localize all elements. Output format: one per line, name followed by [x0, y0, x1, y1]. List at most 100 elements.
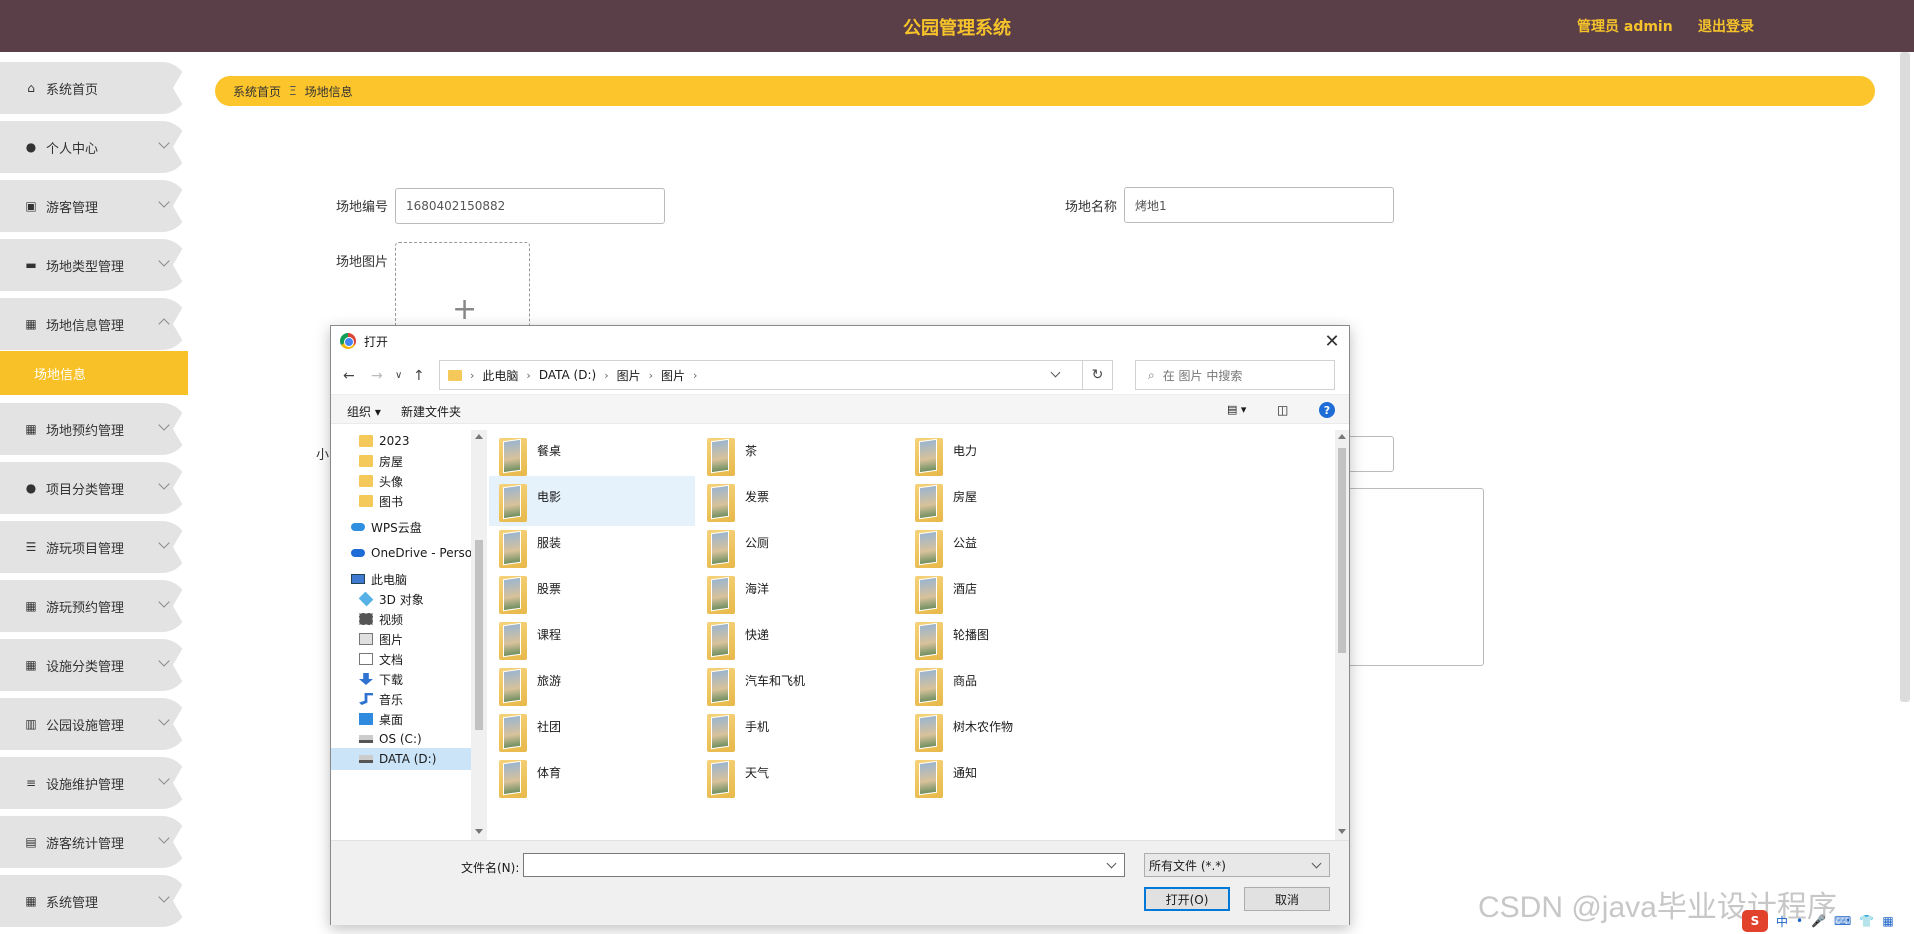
grid-icon[interactable]: ▦	[1882, 914, 1893, 928]
tree-item[interactable]: 下载	[359, 668, 403, 690]
path-segment[interactable]: 此电脑	[482, 367, 518, 384]
tree-item[interactable]: 图片	[359, 628, 403, 650]
folder-item[interactable]: 课程	[489, 614, 695, 664]
chevron-down-icon[interactable]	[1050, 367, 1061, 378]
tree-item[interactable]: WPS云盘	[351, 516, 422, 538]
sidebar-item-project-category[interactable]: ● 项目分类管理	[0, 462, 188, 514]
punctuation-icon[interactable]: •	[1796, 914, 1803, 928]
sidebar-item-venue-info[interactable]: ▦ 场地信息管理	[0, 298, 188, 350]
tree-item[interactable]: 图书	[359, 490, 403, 512]
sidebar-item-visitor-stats[interactable]: ▤ 游客统计管理	[0, 816, 188, 868]
folder-item-hovered[interactable]: 电影	[489, 476, 695, 526]
path-segment[interactable]: 图片	[661, 367, 685, 384]
folder-item[interactable]: 汽车和飞机	[697, 660, 903, 710]
breadcrumb-home[interactable]: 系统首页	[233, 83, 281, 100]
file-grid-scrollbar[interactable]	[1335, 430, 1349, 840]
cancel-button[interactable]: 取消	[1244, 887, 1330, 911]
filename-input[interactable]	[523, 853, 1125, 877]
folder-item[interactable]: 酒店	[905, 568, 1111, 618]
scroll-down-icon[interactable]	[475, 829, 483, 834]
preview-pane-icon[interactable]: ◫	[1277, 403, 1288, 417]
up-arrow-icon[interactable]: ↑	[413, 368, 425, 384]
tree-item[interactable]: 3D 对象	[358, 588, 424, 610]
help-icon[interactable]: ?	[1319, 402, 1335, 418]
scroll-up-icon[interactable]	[1338, 434, 1346, 439]
folder-item[interactable]: 树木农作物	[905, 706, 1111, 756]
folder-item[interactable]: 电力	[905, 430, 1111, 480]
tree-item-selected[interactable]: DATA (D:)	[331, 748, 471, 770]
path-segment[interactable]: DATA (D:)	[539, 368, 596, 382]
folder-item[interactable]: 旅游	[489, 660, 695, 710]
folder-item[interactable]: 海洋	[697, 568, 903, 618]
textarea-behind-dialog[interactable]	[1340, 488, 1484, 666]
venue-code-input[interactable]: 1680402150882	[395, 188, 665, 224]
shirt-icon[interactable]: 👕	[1859, 914, 1874, 928]
path-segment[interactable]: 图片	[617, 367, 641, 384]
folder-item[interactable]: 手机	[697, 706, 903, 756]
close-icon[interactable]: ✕	[1321, 330, 1343, 352]
microphone-icon[interactable]: 🎤	[1811, 914, 1826, 928]
folder-item[interactable]: 服装	[489, 522, 695, 572]
tree-item[interactable]: 桌面	[359, 708, 403, 730]
sidebar-item-park-facilities[interactable]: ▥ 公园设施管理	[0, 698, 188, 750]
address-bar[interactable]: › 此电脑 › DATA (D:) › 图片 › 图片 ›	[439, 360, 1083, 390]
filetype-select[interactable]: 所有文件 (*.*)	[1144, 853, 1330, 877]
folder-item[interactable]: 快递	[697, 614, 903, 664]
sidebar-item-play-booking[interactable]: ▦ 游玩预约管理	[0, 580, 188, 632]
folder-item[interactable]: 体育	[489, 752, 695, 802]
tree-item[interactable]: 视频	[359, 608, 403, 630]
folder-item[interactable]: 天气	[697, 752, 903, 802]
tree-item[interactable]: 房屋	[359, 450, 403, 472]
tree-item[interactable]: 2023	[359, 430, 410, 452]
venue-name-input[interactable]: 烤地1	[1124, 187, 1394, 223]
page-scrollbar[interactable]	[1900, 52, 1910, 702]
tree-item[interactable]: 头像	[359, 470, 403, 492]
sidebar-item-home[interactable]: ⌂ 系统首页	[0, 62, 188, 114]
sidebar-item-visitors[interactable]: ▣ 游客管理	[0, 180, 188, 232]
back-arrow-icon[interactable]: ←	[343, 368, 355, 384]
sidebar-item-system[interactable]: ▦ 系统管理	[0, 875, 188, 927]
ime-language[interactable]: 中	[1776, 913, 1788, 930]
tree-item[interactable]: 音乐	[359, 688, 403, 710]
open-button[interactable]: 打开(O)	[1144, 887, 1230, 911]
scroll-thumb[interactable]	[475, 540, 483, 730]
sidebar-item-play-projects[interactable]: ☰ 游玩项目管理	[0, 521, 188, 573]
folder-item[interactable]: 股票	[489, 568, 695, 618]
folder-item[interactable]: 轮播图	[905, 614, 1111, 664]
folder-item[interactable]: 社团	[489, 706, 695, 756]
recent-chevron-icon[interactable]: ∨	[395, 370, 402, 381]
sidebar-subitem-venue-info[interactable]: 场地信息	[0, 351, 188, 395]
sidebar-item-personal[interactable]: ● 个人中心	[0, 121, 188, 173]
chevron-down-icon[interactable]	[1106, 858, 1117, 869]
scroll-up-icon[interactable]	[475, 434, 483, 439]
organize-button[interactable]: 组织 ▾	[347, 403, 381, 420]
folder-item[interactable]: 公益	[905, 522, 1111, 572]
sidebar-item-facility-category[interactable]: ▦ 设施分类管理	[0, 639, 188, 691]
sidebar-item-facility-maintenance[interactable]: ≡ 设施维护管理	[0, 757, 188, 809]
folder-item[interactable]: 公厕	[697, 522, 903, 572]
tree-scrollbar[interactable]	[471, 430, 487, 840]
refresh-icon[interactable]: ↻	[1083, 360, 1113, 390]
scroll-thumb[interactable]	[1338, 448, 1346, 653]
folder-item[interactable]: 通知	[905, 752, 1111, 802]
logout-link[interactable]: 退出登录	[1698, 16, 1754, 36]
tree-item[interactable]: OneDrive - Perso	[351, 542, 471, 564]
folder-item[interactable]: 商品	[905, 660, 1111, 710]
sidebar-item-venue-types[interactable]: ▬ 场地类型管理	[0, 239, 188, 291]
scroll-down-icon[interactable]	[1338, 829, 1346, 834]
forward-arrow-icon[interactable]: →	[371, 368, 383, 384]
tree-item[interactable]: OS (C:)	[359, 728, 422, 750]
folder-item[interactable]: 发票	[697, 476, 903, 526]
tree-item[interactable]: 文档	[359, 648, 403, 670]
new-folder-button[interactable]: 新建文件夹	[401, 403, 461, 420]
search-input[interactable]: ⌕ 在 图片 中搜索	[1135, 360, 1335, 390]
tree-item[interactable]: 此电脑	[351, 568, 407, 590]
folder-item[interactable]: 餐桌	[489, 430, 695, 480]
folder-item[interactable]: 茶	[697, 430, 903, 480]
view-options-icon[interactable]: ▤ ▾	[1227, 403, 1246, 416]
keyboard-icon[interactable]: ⌨	[1834, 914, 1851, 928]
search-icon: ⌕	[1148, 367, 1155, 382]
sogou-logo-icon[interactable]: S	[1742, 910, 1768, 932]
folder-item[interactable]: 房屋	[905, 476, 1111, 526]
sidebar-item-venue-booking[interactable]: ▦ 场地预约管理	[0, 403, 188, 455]
